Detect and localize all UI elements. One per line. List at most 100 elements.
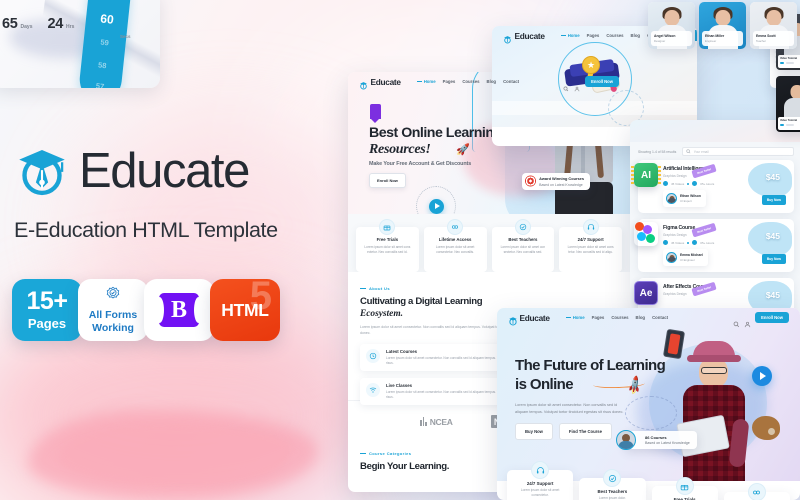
- course-hours: 05+ Hours: [700, 240, 715, 245]
- mockup-a-navbar[interactable]: Educate Home Pages Courses Blog Contact: [348, 72, 630, 91]
- nav-link-courses[interactable]: Courses: [611, 315, 628, 320]
- enroll-now-button[interactable]: Enroll Now: [755, 312, 789, 323]
- tutor-role: UI Engineer: [680, 257, 695, 262]
- tutor-name: Ethan Wilson: [680, 194, 701, 199]
- hero-heading-line1: Best Online Learning: [369, 125, 502, 141]
- navbar-links[interactable]: Home Pages Courses Blog Contact: [566, 315, 668, 320]
- navbar-logo[interactable]: Educate: [359, 76, 401, 90]
- mockup-course-list[interactable]: Showing 1-4 of 58 results Your email AI …: [630, 120, 800, 316]
- countdown-unit-hours: 24 Hrs: [47, 16, 74, 32]
- nav-link-blog[interactable]: Blog: [631, 33, 641, 38]
- avatar: [616, 429, 636, 450]
- navbar-actions[interactable]: Enroll Now: [733, 312, 789, 327]
- bootstrap-letter: B: [170, 296, 187, 323]
- feature-card[interactable]: Free Trials Lorem ipsum dolor sit amet c…: [356, 219, 419, 272]
- search-icon[interactable]: [733, 315, 740, 327]
- nav-link-pages[interactable]: Pages: [587, 33, 600, 38]
- brand-tagline: E-Education HTML Template: [14, 218, 278, 242]
- search-icon[interactable]: [563, 79, 569, 91]
- countdown-timer-widget: 65 Days 24 Hrs 60 Mins 01 60 59 58 57 Se…: [0, 0, 160, 88]
- teacher-name: Emma Scott: [756, 33, 776, 38]
- future-cta-row[interactable]: Buy Now Find The Course: [515, 423, 612, 440]
- nav-link-pages[interactable]: Pages: [592, 315, 605, 320]
- nav-link-pages[interactable]: Pages: [443, 79, 456, 84]
- hero-enroll-button[interactable]: Enroll Now: [369, 173, 406, 188]
- rocket-emoji: 🚀: [456, 144, 470, 156]
- graduation-pen-logo-icon: [503, 31, 512, 44]
- feature-card-title: Lifetime Access: [438, 237, 472, 242]
- enroll-now-button[interactable]: Enroll Now: [585, 76, 619, 87]
- teacher-name: Angel Wilson: [654, 33, 676, 38]
- stat-card[interactable]: Best Teachers Lorem ipsum dolor.: [579, 469, 646, 500]
- feature-card[interactable]: Lifetime Access Lorem ipsum dolor sit am…: [423, 219, 487, 272]
- after-effects-icon: Ae: [634, 281, 658, 305]
- teacher-role: Engineer: [705, 38, 717, 43]
- countdown-days-value: 65: [2, 16, 18, 32]
- course-card[interactable]: AI Artificial Intelligence Graphics Desi…: [631, 160, 794, 213]
- badge-all-forms-working: All Forms Working: [78, 279, 148, 341]
- nav-link-contact[interactable]: Contact: [503, 79, 519, 84]
- nav-link-contact[interactable]: Contact: [652, 315, 668, 320]
- nav-link-courses[interactable]: Courses: [462, 79, 479, 84]
- search-icon: [686, 149, 691, 154]
- badge-forms-line1: All Forms: [88, 309, 138, 322]
- teacher-card[interactable]: Ethan Miller Engineer: [699, 2, 746, 49]
- nav-link-blog[interactable]: Blog: [636, 315, 646, 320]
- play-icon[interactable]: [428, 198, 444, 214]
- buy-now-button[interactable]: Buy Now: [761, 254, 786, 264]
- hero-heading-line2: Resources!: [369, 142, 431, 157]
- course-list-toolbar[interactable]: Showing 1-4 of 58 results Your email: [630, 142, 800, 160]
- buy-now-button[interactable]: Buy Now: [761, 195, 786, 205]
- badge-html5: 5 HTML: [210, 276, 280, 341]
- nav-link-blog[interactable]: Blog: [487, 79, 497, 84]
- mockup-future-of-learning[interactable]: Educate Home Pages Courses Blog Contact: [497, 308, 800, 500]
- buy-now-button[interactable]: Buy Now: [515, 423, 553, 440]
- navbar-logo-text: Educate: [370, 76, 401, 87]
- courses-badge-title: 86 Courses: [645, 434, 667, 440]
- navbar-logo[interactable]: Educate: [503, 30, 545, 44]
- mockup-d-navbar[interactable]: Educate Home Pages Courses Blog Contact: [497, 308, 800, 327]
- bookmark-tag-icon: [370, 104, 381, 123]
- avatar: [666, 193, 677, 204]
- navbar-links[interactable]: Home Pages Courses Blog Contact: [417, 79, 519, 84]
- navbar-logo[interactable]: Educate: [508, 313, 550, 326]
- check-circle-icon: [514, 219, 531, 235]
- stat-card-title: 24/7 Support: [526, 481, 554, 486]
- feature-card[interactable]: Best Teachers Lorem ipsum dolor sit amet…: [491, 219, 555, 272]
- stat-card[interactable]: Free Trials: [651, 477, 718, 500]
- feature-card[interactable]: 24/7 Support Lorem ipsum dolor sit amet …: [559, 219, 622, 272]
- brush-stroke-pink-2: [60, 425, 290, 485]
- video-card[interactable]: Video Tutorial: [776, 76, 800, 132]
- nav-link-courses[interactable]: Courses: [606, 33, 623, 38]
- navbar-actions[interactable]: Enroll Now: [563, 76, 619, 91]
- navbar-logo-text: Educate: [514, 30, 545, 41]
- countdown-unit-days: 65 Days: [2, 16, 32, 32]
- play-icon[interactable]: [752, 366, 772, 386]
- find-the-course-button[interactable]: Find The Course: [558, 423, 612, 440]
- award-badge-subtitle: Based on Latest Knowledge: [539, 182, 583, 187]
- stat-cards-row: 24/7 Support Lorem ipsum dolor sit amet …: [497, 461, 800, 500]
- teacher-card[interactable]: Angel Wilson Designer: [648, 2, 695, 49]
- teacher-role: Designer: [654, 38, 666, 43]
- search-input[interactable]: Your email: [682, 147, 794, 156]
- headset-icon: [531, 461, 550, 479]
- user-icon[interactable]: [574, 79, 580, 91]
- teacher-card[interactable]: Emma Scott Teacher: [750, 2, 797, 49]
- nav-link-home[interactable]: Home: [417, 79, 436, 84]
- nav-link-home[interactable]: Home: [566, 315, 585, 320]
- course-card[interactable]: Figma Course Graphics Design 45 Videos 0…: [635, 219, 794, 272]
- brand-title: Educate: [79, 143, 250, 198]
- wifi-icon: [366, 382, 380, 397]
- countdown-hours-label: Hrs: [66, 24, 75, 30]
- feature-card-desc: Lorem ipsum dolor sit amet cons ectetur.…: [364, 245, 411, 254]
- feature-badges-row: 15+ Pages All Forms Working B 5 HTML: [12, 276, 280, 341]
- user-icon[interactable]: [744, 315, 751, 327]
- course-price: $45: [765, 231, 780, 241]
- countdown-hours-value: 24: [47, 16, 64, 32]
- stat-card[interactable]: Access: [723, 483, 790, 500]
- course-price: $45: [765, 172, 780, 182]
- feature-card-desc: Lorem ipsum dolor sit amet cons tetur. N…: [567, 245, 614, 254]
- nav-link-home[interactable]: Home: [561, 33, 580, 38]
- stat-card[interactable]: 24/7 Support Lorem ipsum dolor sit amet …: [507, 461, 574, 500]
- hero-play-ring[interactable]: [416, 186, 456, 214]
